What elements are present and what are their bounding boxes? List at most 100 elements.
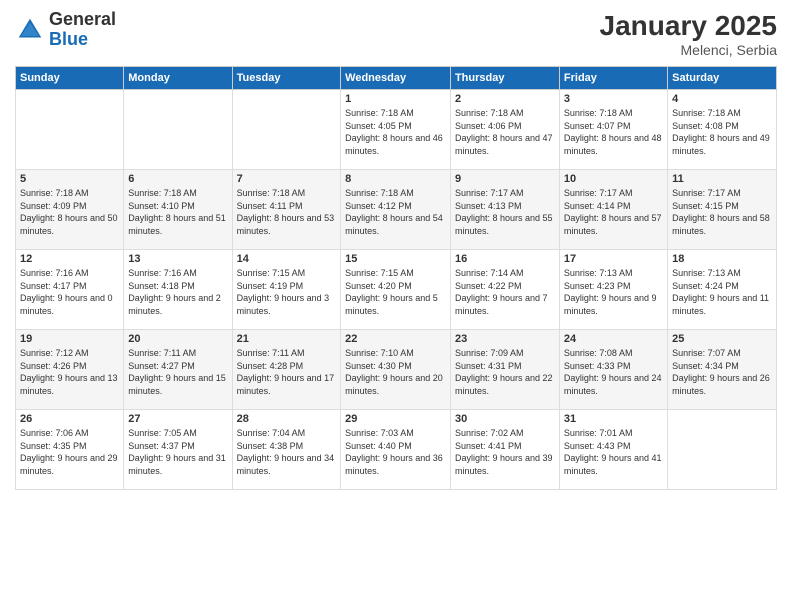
calendar-body: 1 Sunrise: 7:18 AM Sunset: 4:05 PM Dayli… [16,90,777,490]
calendar-cell: 3 Sunrise: 7:18 AM Sunset: 4:07 PM Dayli… [559,90,667,170]
day-number: 8 [345,173,446,185]
location-subtitle: Melenci, Serbia [600,42,777,58]
day-number: 20 [128,333,227,345]
day-info: Sunrise: 7:17 AM Sunset: 4:14 PM Dayligh… [564,187,663,237]
day-info: Sunrise: 7:10 AM Sunset: 4:30 PM Dayligh… [345,347,446,397]
day-number: 21 [237,333,337,345]
day-number: 9 [455,173,555,185]
day-info: Sunrise: 7:17 AM Sunset: 4:13 PM Dayligh… [455,187,555,237]
calendar-cell: 12 Sunrise: 7:16 AM Sunset: 4:17 PM Dayl… [16,250,124,330]
day-info: Sunrise: 7:07 AM Sunset: 4:34 PM Dayligh… [672,347,772,397]
title-block: January 2025 Melenci, Serbia [600,10,777,58]
col-friday: Friday [559,67,667,90]
calendar-week-row: 26 Sunrise: 7:06 AM Sunset: 4:35 PM Dayl… [16,410,777,490]
day-info: Sunrise: 7:17 AM Sunset: 4:15 PM Dayligh… [672,187,772,237]
day-number: 17 [564,253,663,265]
calendar-cell: 6 Sunrise: 7:18 AM Sunset: 4:10 PM Dayli… [124,170,232,250]
day-number: 11 [672,173,772,185]
calendar-cell: 8 Sunrise: 7:18 AM Sunset: 4:12 PM Dayli… [341,170,451,250]
day-info: Sunrise: 7:05 AM Sunset: 4:37 PM Dayligh… [128,427,227,477]
day-info: Sunrise: 7:18 AM Sunset: 4:06 PM Dayligh… [455,107,555,157]
day-number: 29 [345,413,446,425]
calendar-cell: 23 Sunrise: 7:09 AM Sunset: 4:31 PM Dayl… [450,330,559,410]
calendar-week-row: 5 Sunrise: 7:18 AM Sunset: 4:09 PM Dayli… [16,170,777,250]
logo-general: General [49,9,116,29]
day-info: Sunrise: 7:11 AM Sunset: 4:27 PM Dayligh… [128,347,227,397]
day-number: 30 [455,413,555,425]
day-info: Sunrise: 7:18 AM Sunset: 4:12 PM Dayligh… [345,187,446,237]
day-number: 24 [564,333,663,345]
day-number: 28 [237,413,337,425]
calendar-header-row: Sunday Monday Tuesday Wednesday Thursday… [16,67,777,90]
day-info: Sunrise: 7:01 AM Sunset: 4:43 PM Dayligh… [564,427,663,477]
calendar-cell: 2 Sunrise: 7:18 AM Sunset: 4:06 PM Dayli… [450,90,559,170]
calendar-cell: 15 Sunrise: 7:15 AM Sunset: 4:20 PM Dayl… [341,250,451,330]
day-info: Sunrise: 7:12 AM Sunset: 4:26 PM Dayligh… [20,347,119,397]
day-number: 19 [20,333,119,345]
calendar-cell: 22 Sunrise: 7:10 AM Sunset: 4:30 PM Dayl… [341,330,451,410]
calendar-week-row: 19 Sunrise: 7:12 AM Sunset: 4:26 PM Dayl… [16,330,777,410]
col-tuesday: Tuesday [232,67,341,90]
calendar-cell [232,90,341,170]
day-number: 26 [20,413,119,425]
logo-text: General Blue [49,10,116,50]
col-saturday: Saturday [668,67,777,90]
day-number: 12 [20,253,119,265]
day-info: Sunrise: 7:08 AM Sunset: 4:33 PM Dayligh… [564,347,663,397]
day-number: 4 [672,93,772,105]
day-info: Sunrise: 7:18 AM Sunset: 4:10 PM Dayligh… [128,187,227,237]
calendar-cell [668,410,777,490]
calendar-cell: 24 Sunrise: 7:08 AM Sunset: 4:33 PM Dayl… [559,330,667,410]
logo: General Blue [15,10,116,50]
calendar-cell: 11 Sunrise: 7:17 AM Sunset: 4:15 PM Dayl… [668,170,777,250]
day-number: 3 [564,93,663,105]
day-number: 2 [455,93,555,105]
day-info: Sunrise: 7:18 AM Sunset: 4:05 PM Dayligh… [345,107,446,157]
day-number: 10 [564,173,663,185]
header: General Blue January 2025 Melenci, Serbi… [15,10,777,58]
day-info: Sunrise: 7:14 AM Sunset: 4:22 PM Dayligh… [455,267,555,317]
day-info: Sunrise: 7:16 AM Sunset: 4:17 PM Dayligh… [20,267,119,317]
day-info: Sunrise: 7:11 AM Sunset: 4:28 PM Dayligh… [237,347,337,397]
col-monday: Monday [124,67,232,90]
col-wednesday: Wednesday [341,67,451,90]
calendar-cell: 25 Sunrise: 7:07 AM Sunset: 4:34 PM Dayl… [668,330,777,410]
day-number: 31 [564,413,663,425]
day-info: Sunrise: 7:18 AM Sunset: 4:11 PM Dayligh… [237,187,337,237]
day-info: Sunrise: 7:02 AM Sunset: 4:41 PM Dayligh… [455,427,555,477]
calendar-cell: 14 Sunrise: 7:15 AM Sunset: 4:19 PM Dayl… [232,250,341,330]
day-info: Sunrise: 7:03 AM Sunset: 4:40 PM Dayligh… [345,427,446,477]
day-number: 22 [345,333,446,345]
calendar-cell: 4 Sunrise: 7:18 AM Sunset: 4:08 PM Dayli… [668,90,777,170]
calendar-table: Sunday Monday Tuesday Wednesday Thursday… [15,66,777,490]
calendar-cell: 30 Sunrise: 7:02 AM Sunset: 4:41 PM Dayl… [450,410,559,490]
day-info: Sunrise: 7:16 AM Sunset: 4:18 PM Dayligh… [128,267,227,317]
day-info: Sunrise: 7:18 AM Sunset: 4:07 PM Dayligh… [564,107,663,157]
calendar-cell: 5 Sunrise: 7:18 AM Sunset: 4:09 PM Dayli… [16,170,124,250]
logo-icon [15,15,45,45]
calendar-cell: 19 Sunrise: 7:12 AM Sunset: 4:26 PM Dayl… [16,330,124,410]
calendar-cell: 9 Sunrise: 7:17 AM Sunset: 4:13 PM Dayli… [450,170,559,250]
calendar-cell: 31 Sunrise: 7:01 AM Sunset: 4:43 PM Dayl… [559,410,667,490]
col-thursday: Thursday [450,67,559,90]
day-number: 16 [455,253,555,265]
day-number: 18 [672,253,772,265]
calendar-cell: 29 Sunrise: 7:03 AM Sunset: 4:40 PM Dayl… [341,410,451,490]
day-number: 15 [345,253,446,265]
day-info: Sunrise: 7:13 AM Sunset: 4:24 PM Dayligh… [672,267,772,317]
calendar-cell: 10 Sunrise: 7:17 AM Sunset: 4:14 PM Dayl… [559,170,667,250]
calendar-cell: 21 Sunrise: 7:11 AM Sunset: 4:28 PM Dayl… [232,330,341,410]
day-info: Sunrise: 7:06 AM Sunset: 4:35 PM Dayligh… [20,427,119,477]
calendar-cell: 26 Sunrise: 7:06 AM Sunset: 4:35 PM Dayl… [16,410,124,490]
calendar-cell: 18 Sunrise: 7:13 AM Sunset: 4:24 PM Dayl… [668,250,777,330]
calendar-cell [16,90,124,170]
logo-blue: Blue [49,29,88,49]
calendar-cell: 7 Sunrise: 7:18 AM Sunset: 4:11 PM Dayli… [232,170,341,250]
day-info: Sunrise: 7:18 AM Sunset: 4:08 PM Dayligh… [672,107,772,157]
day-number: 23 [455,333,555,345]
calendar-cell: 16 Sunrise: 7:14 AM Sunset: 4:22 PM Dayl… [450,250,559,330]
day-number: 27 [128,413,227,425]
col-sunday: Sunday [16,67,124,90]
day-info: Sunrise: 7:13 AM Sunset: 4:23 PM Dayligh… [564,267,663,317]
month-title: January 2025 [600,10,777,42]
